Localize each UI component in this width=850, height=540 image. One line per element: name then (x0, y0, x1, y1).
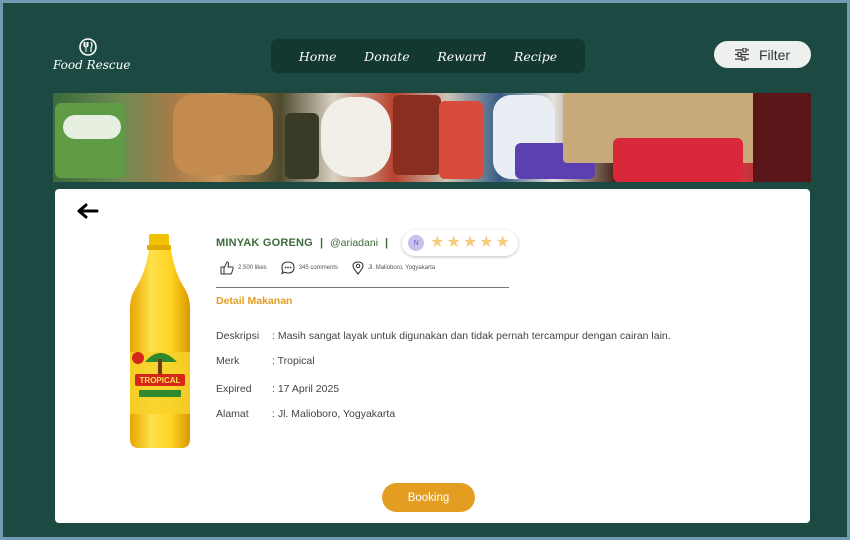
star-icon: ★ (462, 234, 478, 251)
location-text: Jl. Malioboro, Yogyakarta (368, 265, 436, 271)
nav-donate[interactable]: Donate (364, 49, 409, 64)
product-detail-card: TROPICAL MINYAK GORENG | @ariadani | N ★… (55, 189, 810, 523)
logo[interactable]: Food Rescue (53, 37, 131, 72)
nav-reward[interactable]: Reward (437, 49, 486, 64)
detail-value: : Masih sangat layak untuk digunakan dan… (272, 330, 671, 342)
title-separator: | (319, 237, 324, 249)
detail-key: Expired (216, 383, 252, 395)
likes-count: 2.500 likes (238, 265, 267, 271)
detail-row-alamat: Alamat : Jl. Malioboro, Yogyakarta (216, 408, 395, 420)
product-image-cooking-oil-bottle: TROPICAL (129, 234, 191, 448)
comments-count: 345 comments (298, 265, 339, 271)
title-separator: | (385, 237, 389, 249)
stats-row: 2.500 likes 345 comments Jl. Malioboro, … (220, 261, 449, 275)
detail-key: Deskripsi (216, 330, 260, 342)
section-title: Detail Makanan (216, 295, 293, 307)
rating-badge: N ★ ★ ★ ★ ★ (402, 230, 518, 256)
detail-value: : Tropical (272, 355, 315, 367)
divider (216, 287, 509, 288)
back-arrow-icon[interactable] (77, 203, 99, 219)
detail-key: Alamat (216, 408, 249, 420)
detail-key: Merk (216, 355, 240, 367)
groceries-banner-image (53, 93, 811, 182)
detail-row-deskripsi: Deskripsi : Masih sangat layak untuk dig… (216, 330, 671, 342)
nav-recipe[interactable]: Recipe (514, 49, 557, 64)
star-icon: ★ (446, 234, 461, 251)
main-nav: Home Donate Reward Recipe (271, 39, 585, 73)
product-title-row: MINYAK GORENG | @ariadani | N ★ ★ ★ ★ ★ (216, 229, 518, 257)
detail-row-merk: Merk : Tropical (216, 355, 315, 367)
location-pin-icon (352, 261, 364, 275)
detail-value: : 17 April 2025 (272, 383, 340, 395)
detail-row-expired: Expired : 17 April 2025 (216, 383, 339, 395)
booking-button[interactable]: Booking (382, 483, 475, 512)
comments-stat[interactable]: 345 comments (280, 261, 339, 275)
nav-home[interactable]: Home (299, 49, 337, 64)
filter-label: Filter (758, 46, 791, 63)
star-icon: ★ (479, 234, 494, 251)
comment-icon (280, 261, 295, 275)
thumbs-up-icon (220, 261, 234, 275)
logo-text: Food Rescue (53, 58, 131, 72)
bottle-brand-label: TROPICAL (140, 376, 181, 385)
food-rescue-logo-icon (79, 38, 97, 56)
location-stat: Jl. Malioboro, Yogyakarta (352, 261, 435, 275)
donor-username[interactable]: @ariadani (330, 237, 378, 249)
product-name: MINYAK GORENG (216, 237, 313, 249)
avatar: N (408, 235, 425, 251)
detail-value: : Jl. Malioboro, Yogyakarta (272, 408, 396, 420)
star-icon: ★ (495, 234, 510, 251)
sliders-icon (734, 48, 749, 61)
filter-button[interactable]: Filter (714, 41, 811, 68)
likes-stat[interactable]: 2.500 likes (220, 261, 267, 275)
star-icon: ★ (430, 234, 445, 251)
